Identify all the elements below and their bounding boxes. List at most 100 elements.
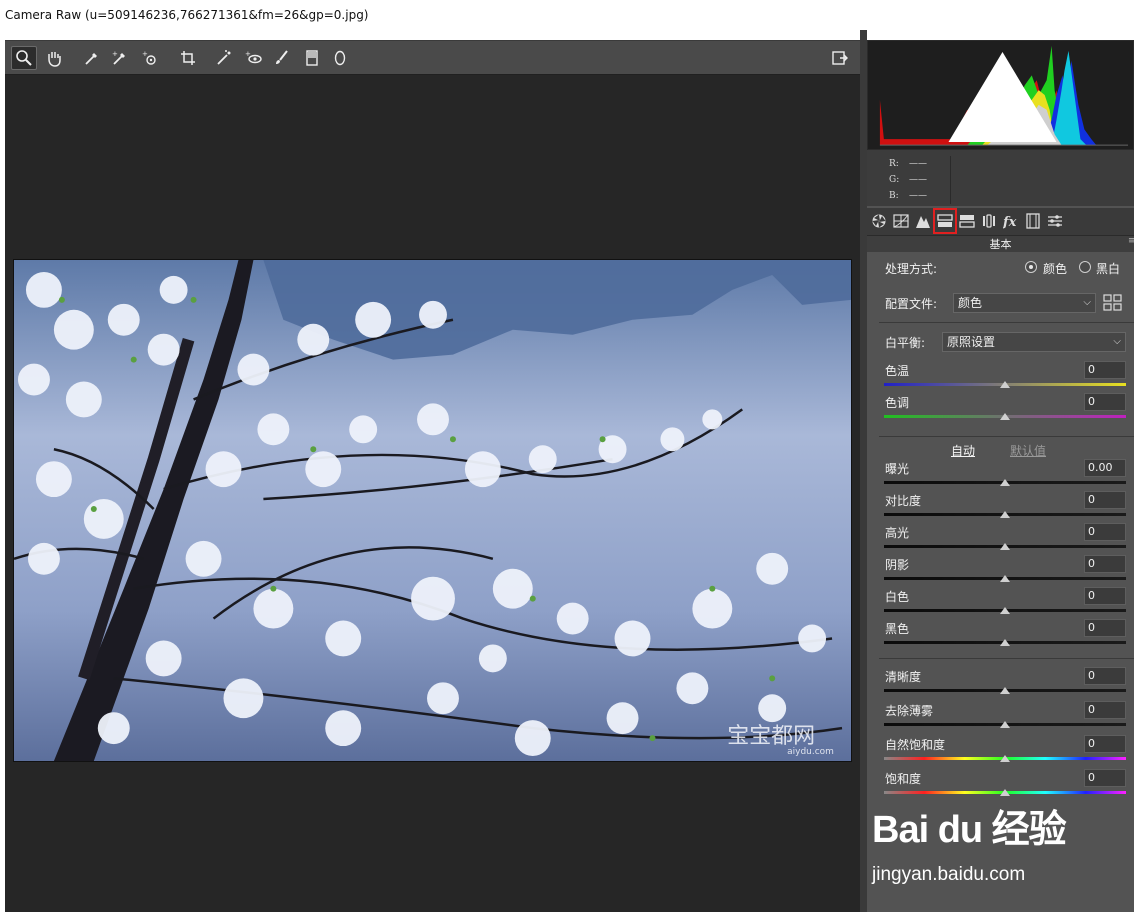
chevron-down-icon: ⌵ (1113, 336, 1121, 347)
photo-watermark: 宝宝都网 (727, 724, 815, 749)
camera-calibration-tab-icon[interactable] (1023, 211, 1043, 231)
white-balance-label: 白平衡: (885, 336, 926, 350)
svg-text:+: + (142, 50, 148, 58)
b-label: B: (889, 191, 899, 201)
section-title: 基本 (867, 236, 1134, 252)
slider-label: 黑色 (885, 622, 910, 636)
slider-thumb[interactable] (1000, 479, 1010, 486)
treatment-bw-label[interactable]: 黑白 (1096, 260, 1120, 277)
slider-label: 色温 (885, 364, 910, 378)
slider-value-field[interactable]: 0 (1084, 701, 1126, 719)
tone-curve-tab-icon[interactable] (891, 211, 911, 231)
slider-value-field[interactable]: 0.00 (1084, 459, 1126, 477)
slider-value-field[interactable]: 0 (1084, 393, 1126, 411)
preview-pane: + + + 宝宝都网 aiydu.com (5, 40, 860, 912)
default-link[interactable]: 默认值 (1010, 442, 1046, 459)
profile-select[interactable]: 颜色 ⌵ (953, 293, 1096, 313)
title-bar: Camera Raw (u=509146236,766271361&fm=26&… (0, 0, 1134, 30)
white-balance-icon[interactable] (79, 46, 105, 70)
treatment-color-label[interactable]: 颜色 (1043, 260, 1067, 277)
panel-tabs: fx (867, 208, 1134, 236)
b-value: —— (909, 191, 927, 201)
treatment-color-radio[interactable] (1025, 261, 1037, 273)
image-canvas[interactable]: 宝宝都网 aiydu.com (5, 76, 860, 912)
split-toning-tab-icon[interactable] (957, 211, 977, 231)
svg-text:fx: fx (1003, 215, 1017, 229)
slider-label: 自然饱和度 (885, 738, 946, 752)
panel-menu-icon[interactable]: ≡ (1128, 236, 1134, 250)
pear-blossom-photo: 宝宝都网 aiydu.com (14, 260, 851, 761)
slider-thumb[interactable] (1000, 607, 1010, 614)
slider-thumb[interactable] (1000, 789, 1010, 796)
tool-bar: + + + (5, 41, 860, 75)
pane-divider[interactable] (860, 30, 867, 912)
slider-label: 去除薄雾 (885, 704, 934, 718)
treatment-bw-radio[interactable] (1079, 261, 1091, 273)
slider-value-field[interactable]: 0 (1084, 667, 1126, 685)
g-label: G: (889, 175, 900, 185)
slider-thumb[interactable] (1000, 687, 1010, 694)
window-title: Camera Raw (u=509146236,766271361&fm=26&… (5, 8, 369, 22)
straighten-icon[interactable] (211, 46, 237, 70)
fullscreen-icon[interactable] (827, 46, 853, 70)
slider-value-field[interactable]: 0 (1084, 735, 1126, 753)
slider-thumb[interactable] (1000, 639, 1010, 646)
slider-thumb[interactable] (1000, 413, 1010, 420)
slider-thumb[interactable] (1000, 381, 1010, 388)
zoom-icon[interactable] (11, 46, 37, 70)
basic-tab-icon[interactable] (869, 211, 889, 231)
profile-value: 颜色 (958, 296, 983, 310)
slider-value-field[interactable]: 0 (1084, 587, 1126, 605)
slider-thumb[interactable] (1000, 575, 1010, 582)
slider-value-field[interactable]: 0 (1084, 619, 1126, 637)
effects-tab-icon[interactable]: fx (1001, 211, 1021, 231)
treatment-label: 处理方式: (885, 262, 938, 276)
separator (879, 322, 1134, 323)
slider-thumb[interactable] (1000, 543, 1010, 550)
shadow-clipping-warning-icon[interactable] (870, 43, 1134, 151)
adjustments-pane: R: —— G: —— B: —— fx 基本 ≡ 处理方式: 颜色 黑白 配置… (867, 40, 1134, 912)
color-sampler-icon[interactable]: + (107, 46, 133, 70)
preview-photo: 宝宝都网 aiydu.com (13, 259, 852, 762)
profile-label: 配置文件: (885, 297, 938, 311)
slider-value-field[interactable]: 0 (1084, 523, 1126, 541)
slider-value-field[interactable]: 0 (1084, 361, 1126, 379)
red-eye-icon[interactable]: + (241, 46, 267, 70)
slider-thumb[interactable] (1000, 511, 1010, 518)
g-value: —— (909, 175, 927, 185)
slider-value-field[interactable]: 0 (1084, 555, 1126, 573)
slider-value-field[interactable]: 0 (1084, 769, 1126, 787)
slider-value-field[interactable]: 0 (1084, 491, 1126, 509)
white-balance-select[interactable]: 原照设置 ⌵ (942, 332, 1126, 352)
photo-watermark-sub: aiydu.com (787, 747, 834, 757)
slider-label: 白色 (885, 590, 910, 604)
separator (879, 436, 1134, 437)
chevron-down-icon: ⌵ (1083, 297, 1091, 308)
radial-filter-icon[interactable] (327, 46, 353, 70)
auto-link[interactable]: 自动 (951, 442, 975, 459)
histogram (867, 40, 1134, 150)
slider-thumb[interactable] (1000, 755, 1010, 762)
detail-tab-icon[interactable] (913, 211, 933, 231)
graduated-filter-icon[interactable] (299, 46, 325, 70)
hand-icon[interactable] (41, 46, 67, 70)
lens-corrections-tab-icon[interactable] (979, 211, 999, 231)
slider-label: 对比度 (885, 494, 922, 508)
profile-browser-grid-icon[interactable] (1103, 293, 1123, 313)
brush-icon[interactable] (269, 46, 295, 70)
crop-icon[interactable] (175, 46, 201, 70)
slider-label: 阴影 (885, 558, 910, 572)
slider-label: 高光 (885, 526, 910, 540)
rgb-readout: R: —— G: —— B: —— (867, 150, 1134, 206)
slider-thumb[interactable] (1000, 721, 1010, 728)
presets-tab-icon[interactable] (1045, 211, 1065, 231)
slider-label: 清晰度 (885, 670, 922, 684)
hsl-tab-icon[interactable] (933, 208, 957, 234)
separator (879, 658, 1134, 659)
targeted-adjustment-icon[interactable]: + (137, 46, 163, 70)
r-label: R: (889, 159, 899, 169)
svg-text:+: + (112, 50, 118, 58)
white-balance-value: 原照设置 (947, 335, 996, 349)
slider-label: 曝光 (885, 462, 910, 476)
slider-label: 饱和度 (885, 772, 922, 786)
